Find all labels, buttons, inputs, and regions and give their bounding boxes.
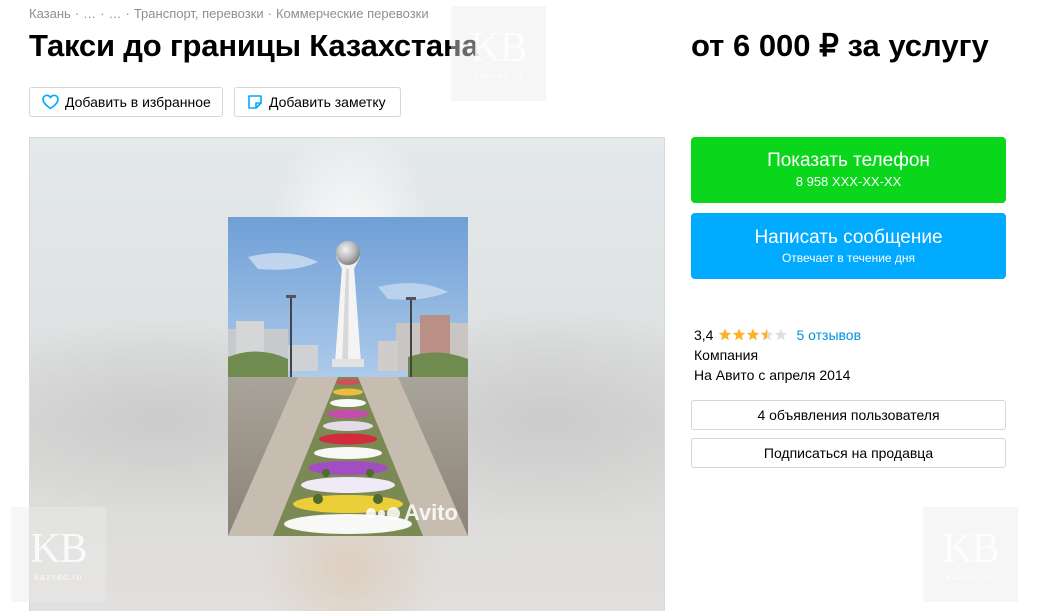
kb-logo: KB xyxy=(470,24,527,71)
add-note-button[interactable]: Добавить заметку xyxy=(234,87,401,117)
kb-watermark-bottom-right: KB kazved.ru xyxy=(923,507,1018,602)
kb-logo: KB xyxy=(30,525,87,572)
reviews-link[interactable]: 5 отзывов xyxy=(796,327,861,343)
response-time: Отвечает в течение дня xyxy=(781,250,916,265)
rating-stars xyxy=(718,328,788,342)
kb-site: kazved.ru xyxy=(474,70,523,81)
breadcrumb-separator: · xyxy=(74,6,80,21)
write-message-button[interactable]: Написать сообщение Отвечает в течение дн… xyxy=(691,213,1006,279)
add-to-favorites-label: Добавить в избранное xyxy=(65,94,211,110)
phone-masked: 8 958 XXX-XX-XX xyxy=(795,174,902,189)
kb-logo: KB xyxy=(942,525,999,572)
subscribe-seller-button[interactable]: Подписаться на продавца xyxy=(691,438,1006,468)
breadcrumb-item-collapsed-2[interactable]: … xyxy=(109,6,122,21)
avito-logo-icon xyxy=(365,506,400,520)
rating-value: 3,4 xyxy=(694,327,714,343)
kb-site: kazved.ru xyxy=(946,571,995,582)
breadcrumb-item-commercial[interactable]: Коммерческие перевозки xyxy=(276,6,429,21)
seller-rating: 3,4 5 отзывов xyxy=(694,327,861,343)
breadcrumb-separator: · xyxy=(267,6,272,21)
seller-since: На Авито с апреля 2014 xyxy=(694,367,851,383)
star-filled-icon xyxy=(719,328,732,341)
breadcrumb-item-city[interactable]: Казань xyxy=(29,6,71,21)
show-phone-button[interactable]: Показать телефон 8 958 XXX-XX-XX xyxy=(691,137,1006,203)
kb-site: kazved.ru xyxy=(34,571,83,582)
breadcrumb-item-collapsed-1[interactable]: … xyxy=(83,6,96,21)
breadcrumb-separator: · xyxy=(100,6,105,21)
kb-watermark-bottom-left: KB kazved.ru xyxy=(11,507,106,602)
note-icon xyxy=(247,94,263,110)
user-ads-button[interactable]: 4 объявления пользователя xyxy=(691,400,1006,430)
add-note-label: Добавить заметку xyxy=(269,94,386,110)
star-rating-icon xyxy=(719,328,788,341)
show-phone-label: Показать телефон xyxy=(767,150,930,171)
photo-gallery[interactable]: Avito xyxy=(29,137,665,611)
seller-type: Компания xyxy=(694,347,759,363)
listing-photo[interactable]: Avito xyxy=(228,217,468,536)
avito-watermark-text: Avito xyxy=(403,500,458,525)
listing-page: Казань · … · … · Транспорт, перевозки · … xyxy=(0,0,1037,611)
heart-icon xyxy=(42,94,59,110)
breadcrumb-separator: · xyxy=(125,6,130,21)
add-to-favorites-button[interactable]: Добавить в избранное xyxy=(29,87,223,117)
breadcrumb: Казань · … · … · Транспорт, перевозки · … xyxy=(29,6,469,21)
avito-watermark: Avito xyxy=(365,500,458,526)
listing-price: от 6 000 ₽ за услугу xyxy=(691,28,989,63)
kb-watermark-top: KB kazved.ru xyxy=(451,6,546,101)
star-filled-icon xyxy=(733,328,746,341)
breadcrumb-item-transport[interactable]: Транспорт, перевозки xyxy=(134,6,264,21)
write-message-label: Написать сообщение xyxy=(754,226,943,248)
listing-title: Такси до границы Казахстана xyxy=(29,28,479,63)
star-filled-icon xyxy=(747,328,760,341)
star-empty-icon xyxy=(775,328,788,341)
